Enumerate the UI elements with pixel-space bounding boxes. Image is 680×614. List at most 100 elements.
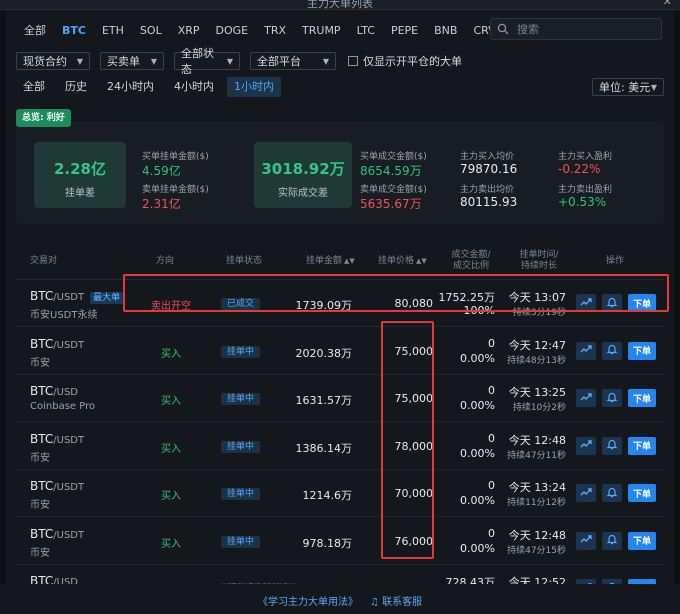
direction-label: 买入 (161, 491, 181, 502)
place-order-button[interactable]: 下单 (628, 484, 656, 502)
side-select[interactable]: 买卖单 ▼ (100, 52, 164, 70)
table-row[interactable]: BTC/USDT 币安 买入 挂单中 1214.6万 70,000 0 0.00% 今天 13:… (16, 470, 664, 517)
order-diff-card: 2.28亿 挂单差 (34, 142, 126, 208)
trend-chart-button[interactable] (576, 436, 596, 455)
sort-icon: ▲▼ (416, 257, 427, 265)
coin-tab[interactable]: 全部 (16, 20, 54, 42)
time-tab[interactable]: 历史 (58, 77, 94, 97)
market-select[interactable]: 现货合约 ▼ (16, 52, 90, 70)
buy-order-amount-value: 4.59亿 (142, 164, 181, 178)
order-time: 今天 13:25 (508, 386, 566, 399)
place-order-button[interactable]: 下单 (628, 531, 656, 550)
only-open-checkbox[interactable] (348, 56, 358, 66)
th-price-label: 挂单价格 (378, 256, 415, 266)
table-row[interactable]: BTC/USDT 币安 买入 挂单中 978.18万 76,000 0 0.00% 今天 12:… (16, 518, 664, 565)
unit-select[interactable]: 单位: 美元 ▼ (592, 78, 664, 96)
coin-tab[interactable]: ETH (94, 20, 132, 42)
th-amount[interactable]: 挂单金额 ▲▼ (306, 256, 355, 267)
coin-tab[interactable]: DOGE (208, 20, 257, 42)
pair-label: BTC/USDT (30, 337, 84, 351)
alert-button[interactable] (602, 484, 622, 502)
pair-base: BTC (30, 431, 54, 446)
th-price[interactable]: 挂单价格 ▲▼ (378, 256, 427, 267)
only-open-toggle[interactable]: 仅显示开平仓的大单 (348, 53, 462, 69)
sell-pnl-value: +0.53% (558, 195, 607, 209)
close-icon[interactable]: ✕ (663, 0, 672, 8)
place-order-button[interactable]: 下单 (628, 389, 656, 407)
support-link[interactable]: ♫ 联系客服 (370, 593, 422, 608)
amount-value: 1631.57万 (295, 394, 353, 407)
exchange-label: 币安USDT永续 (30, 310, 98, 321)
filled-ratio: 0.00% (460, 399, 495, 412)
status-cell: 挂单中 (221, 391, 261, 405)
table-row[interactable]: BTC/USDT 币安 买入 挂单中 1386.14万 78,000 0 0.00% 今天 12… (16, 423, 664, 470)
avg-buy-value: 79870.16 (460, 162, 518, 176)
coin-tab[interactable]: TRX (256, 20, 294, 42)
alert-button[interactable] (602, 531, 622, 550)
pair-quote: /USD (53, 387, 78, 398)
coin-tab[interactable]: LTC (349, 20, 383, 42)
alert-button[interactable] (602, 389, 622, 407)
time-tab[interactable]: 24小时内 (100, 77, 161, 97)
direction-label: 买入 (161, 348, 181, 360)
coin-tab[interactable]: TRUMP (294, 20, 349, 42)
filled-ratio: 0.00% (460, 494, 495, 507)
headset-icon: ♫ (370, 597, 379, 608)
actual-volume-label: 实际成交差 (278, 188, 328, 199)
time-tab[interactable]: 4小时内 (167, 77, 221, 97)
avg-buy-label: 主力买入均价 (460, 152, 515, 162)
avg-sell-value: 80115.93 (460, 195, 518, 209)
trend-chart-button[interactable] (576, 484, 596, 502)
bell-icon (606, 486, 618, 501)
th-filled-line1: 成交金额/ (451, 250, 491, 260)
coin-tab[interactable]: BNB (426, 20, 465, 42)
status-cell: 挂单中 (221, 486, 261, 500)
th-time[interactable]: 挂单时间/持续时长 (512, 250, 566, 272)
coin-tab[interactable]: SOL (132, 20, 170, 42)
sort-icon: ▲▼ (344, 257, 355, 265)
direction-label: 买入 (161, 396, 181, 407)
chevron-down-icon: ▼ (76, 56, 83, 66)
order-time: 今天 13:24 (508, 481, 566, 494)
bell-icon (606, 533, 618, 548)
pair-label: BTC/USDT (30, 432, 84, 446)
coin-tab[interactable]: XRP (170, 20, 208, 42)
status-cell: 挂单中 (221, 344, 261, 358)
status-select[interactable]: 全部状态 ▼ (174, 47, 240, 76)
summary-badge: 总览: 利好 (16, 109, 71, 127)
filled-ratio: 0.00% (460, 351, 495, 365)
place-order-button[interactable]: 下单 (628, 341, 656, 360)
search-input[interactable] (517, 22, 657, 36)
table-row[interactable]: BTC/USD Coinbase Pro 买入 挂单中 1631.57万 75,000 0 0… (16, 375, 664, 422)
coin-tab[interactable]: BTC (54, 20, 94, 42)
time-tab[interactable]: 1小时内 (227, 77, 281, 97)
filled-ratio: 0.00% (460, 541, 495, 555)
pair-quote: /USDT (53, 434, 85, 446)
pair-base: BTC (30, 526, 54, 541)
bell-icon (606, 438, 618, 453)
th-pair: 交易对 (30, 256, 58, 266)
amount-value: 1386.14万 (295, 441, 353, 455)
th-filled-line2: 成交比例 (452, 261, 489, 271)
alert-button[interactable] (602, 341, 622, 360)
trend-chart-button[interactable] (576, 341, 596, 360)
pair-base: BTC (30, 336, 54, 351)
place-order-button[interactable]: 下单 (628, 436, 656, 455)
summary-panel: 2.28亿 挂单差 买单挂单金额($) 4.59亿 卖单挂单金额($) 2.31… (16, 122, 664, 224)
time-tab[interactable]: 全部 (16, 77, 52, 97)
trend-chart-button[interactable] (576, 389, 596, 407)
table-row[interactable]: BTC/USDT 币安 买入 挂单中 2020.38万 75,000 0 0.00% 今天 12… (16, 328, 664, 375)
trend-chart-icon (580, 486, 592, 501)
bell-icon (606, 391, 618, 406)
learn-usage-link[interactable]: 《学习主力大单用法》 (258, 593, 358, 608)
status-badge: 挂单中 (221, 535, 261, 548)
platform-select[interactable]: 全部平台 ▼ (250, 52, 336, 70)
th-filled[interactable]: 成交金额/成交比例 (446, 250, 496, 272)
coin-tab[interactable]: PEPE (383, 20, 426, 42)
th-direction: 方向 (156, 256, 175, 266)
search-box[interactable] (490, 18, 662, 40)
highlight-price-column-box (381, 321, 434, 559)
window-titlebar: 主力大单列表 ✕ (0, 0, 680, 10)
trend-chart-button[interactable] (576, 531, 596, 550)
alert-button[interactable] (602, 436, 622, 455)
